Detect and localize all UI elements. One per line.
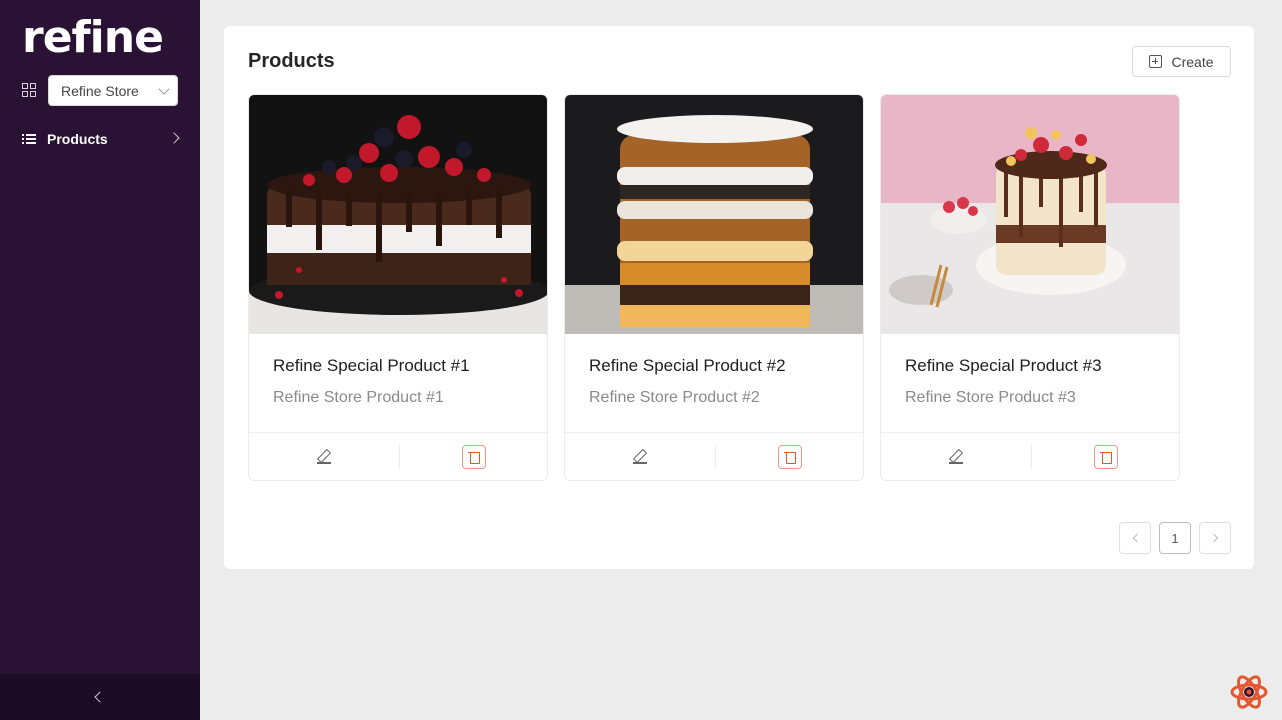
- pagination: 1: [1119, 522, 1231, 554]
- product-description: Refine Store Product #2: [589, 389, 760, 406]
- store-select[interactable]: Refine Store: [48, 75, 178, 106]
- product-card[interactable]: Refine Special Product #1 Refine Store P…: [248, 94, 548, 481]
- product-image: [565, 95, 863, 334]
- delete-button-wrap: [1031, 433, 1179, 481]
- product-image: [249, 95, 547, 334]
- create-button-label: Create: [1171, 53, 1214, 70]
- edit-icon: [632, 449, 648, 465]
- store-select-value: Refine Store: [61, 82, 139, 99]
- card-actions: [249, 432, 547, 481]
- devtools-icon[interactable]: [1229, 672, 1269, 712]
- card-actions: [881, 432, 1179, 481]
- sidebar: refine Refine Store Products: [0, 0, 200, 720]
- plus-square-icon: [1149, 55, 1163, 68]
- next-page-button[interactable]: [1199, 522, 1231, 554]
- chevron-right-icon: [1209, 533, 1218, 543]
- trash-icon: [468, 451, 480, 464]
- list-icon: [22, 133, 36, 145]
- refine-logo[interactable]: refine: [22, 14, 164, 62]
- sidebar-item-label: Products: [47, 131, 108, 147]
- delete-button[interactable]: [778, 444, 802, 469]
- product-title: Refine Special Product #3: [905, 356, 1102, 375]
- card-actions: [565, 432, 863, 481]
- store-icon: [22, 82, 38, 99]
- product-card[interactable]: Refine Special Product #3 Refine Store P…: [880, 94, 1180, 481]
- trash-icon: [1100, 451, 1112, 464]
- chevron-down-icon: [158, 82, 170, 95]
- product-description: Refine Store Product #3: [905, 389, 1076, 406]
- edit-icon: [316, 449, 332, 465]
- sidebar-collapse-button[interactable]: [0, 674, 200, 720]
- chevron-left-icon: [94, 691, 106, 703]
- create-button[interactable]: Create: [1132, 46, 1231, 77]
- edit-button[interactable]: [249, 433, 399, 481]
- chevron-left-icon: [1132, 533, 1141, 543]
- edit-button[interactable]: [565, 433, 715, 481]
- product-title: Refine Special Product #1: [273, 356, 470, 375]
- trash-icon: [784, 451, 796, 464]
- store-selector-row: Refine Store: [22, 75, 178, 106]
- chevron-right-icon: [168, 132, 180, 144]
- product-card[interactable]: Refine Special Product #2 Refine Store P…: [564, 94, 864, 481]
- edit-icon: [948, 449, 964, 465]
- prev-page-button[interactable]: [1119, 522, 1151, 554]
- delete-button[interactable]: [462, 444, 486, 469]
- page-title: Products: [248, 50, 335, 72]
- delete-button[interactable]: [1094, 444, 1118, 469]
- product-title: Refine Special Product #2: [589, 356, 786, 375]
- edit-button[interactable]: [881, 433, 1031, 481]
- products-list-panel: Products Create Refine Special Product #…: [224, 26, 1254, 569]
- sidebar-item-products[interactable]: Products: [22, 128, 184, 150]
- delete-button-wrap: [715, 433, 863, 481]
- delete-button-wrap: [399, 433, 547, 481]
- page-number-button[interactable]: 1: [1159, 522, 1191, 554]
- product-image: [881, 95, 1179, 334]
- product-description: Refine Store Product #1: [273, 389, 444, 406]
